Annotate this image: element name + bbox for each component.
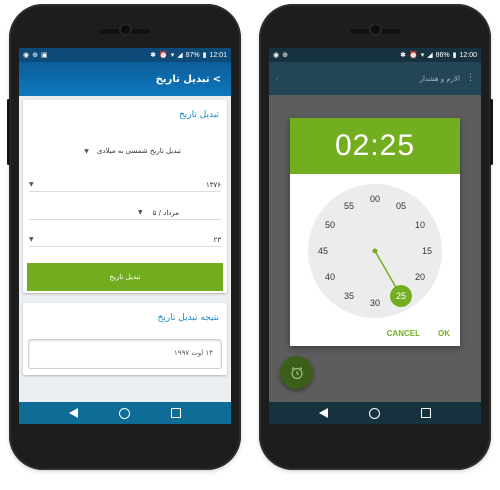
clock-number-40[interactable]: 40 — [325, 272, 335, 282]
wifi-icon: ▾ — [420, 52, 425, 59]
battery-percent: 86% — [435, 51, 450, 59]
alarm-clock-icon — [290, 366, 303, 379]
day-value: ۲۳ — [213, 235, 221, 244]
clock-number-10[interactable]: 10 — [415, 220, 425, 230]
caret-down-icon: ▼ — [138, 209, 143, 216]
screen: ◉ ⊕ ✱ ⏰ ▾ ◢ 86% ▮ 12:00 ‹ الارم و هشدار … — [269, 48, 481, 424]
image-icon: ▣ — [40, 52, 48, 59]
navigation-bar — [19, 402, 231, 424]
signal-icon: ◢ — [427, 52, 433, 59]
time-display[interactable]: 02:25 — [290, 118, 460, 174]
side-button — [490, 99, 493, 165]
clock-number-00[interactable]: 00 — [370, 194, 380, 204]
status-bar: ◉ ⊕ ✱ ⏰ ▾ ◢ 86% ▮ 12:00 — [269, 48, 481, 62]
system-icons: ✱ ⏰ ▾ ◢ 86% ▮ 12:00 — [400, 51, 477, 60]
caret-down-icon: ▼ — [84, 147, 89, 155]
alarm-icon: ⏰ — [408, 52, 418, 59]
app-bar: تبدیل تاریخ < — [19, 62, 231, 96]
clock-number-30[interactable]: 30 — [370, 298, 380, 308]
result-field[interactable]: ۱۴ اوت ۱۹۹۷ — [28, 339, 222, 369]
battery-icon: ▮ — [452, 52, 457, 59]
year-select[interactable]: ۱۳۷۶ ▼ — [29, 178, 221, 192]
alarm-fab-button[interactable] — [280, 356, 313, 389]
ok-button[interactable]: OK — [438, 329, 450, 338]
nav-back-icon[interactable] — [69, 408, 79, 418]
sync-icon: ⊕ — [32, 52, 38, 59]
app-notification-icon: ◉ — [23, 52, 30, 59]
clock-number-20[interactable]: 20 — [415, 272, 425, 282]
clock-dial[interactable]: 00 05 10 15 20 25 30 35 40 45 50 55 — [308, 184, 442, 318]
page-title: تبدیل تاریخ — [155, 73, 210, 85]
result-card: نتیجه تبدیل تاریخ ۱۴ اوت ۱۹۹۷ — [23, 303, 227, 375]
nav-recents-icon[interactable] — [170, 408, 181, 418]
clock: 12:00 — [459, 51, 477, 59]
app-bar: ‹ الارم و هشدار ⋮ — [269, 62, 481, 95]
month-select[interactable]: مرداد / ۵ ▼ — [29, 206, 221, 220]
front-camera — [121, 25, 130, 34]
side-button — [7, 99, 10, 165]
clock-number-05[interactable]: 05 — [396, 201, 406, 211]
back-chevron-icon[interactable]: ‹ — [275, 72, 279, 85]
screen: ◉ ⊕ ▣ ✱ ⏰ ▾ ◢ 87% ▮ 12:01 تبدیل تاریخ < … — [19, 48, 231, 424]
notification-icons: ◉ ⊕ ▣ — [23, 51, 48, 59]
bluetooth-icon: ✱ — [400, 52, 406, 59]
bluetooth-icon: ✱ — [150, 52, 156, 59]
clock-number-25[interactable]: 25 — [396, 291, 406, 301]
page-title: الارم و هشدار — [419, 74, 460, 83]
battery-percent: 87% — [185, 51, 200, 59]
conversion-mode-select[interactable]: تبدیل تاریخ شمسی به میلادی ▼ — [29, 144, 221, 158]
time-picker-dialog: 02:25 00 05 10 15 20 25 30 35 40 45 50 55 CANCEL OK — [290, 118, 460, 346]
overflow-menu-icon[interactable]: ⋮ — [466, 74, 475, 83]
nav-home-icon[interactable] — [368, 407, 380, 419]
clock-number-50[interactable]: 50 — [325, 220, 335, 230]
battery-icon: ▮ — [202, 52, 207, 59]
back-arrow-icon[interactable]: < — [213, 74, 221, 85]
status-bar: ◉ ⊕ ▣ ✱ ⏰ ▾ ◢ 87% ▮ 12:01 — [19, 48, 231, 62]
nav-recents-icon[interactable] — [420, 408, 431, 418]
app-notification-icon: ◉ — [273, 52, 280, 59]
signal-icon: ◢ — [177, 52, 183, 59]
system-icons: ✱ ⏰ ▾ ◢ 87% ▮ 12:01 — [150, 51, 227, 60]
nav-back-icon[interactable] — [319, 408, 329, 418]
convert-date-button[interactable]: تبدیل تاریخ — [27, 263, 223, 291]
caret-down-icon: ▼ — [29, 181, 34, 188]
day-select[interactable]: ۲۳ ▼ — [29, 233, 221, 247]
phone-right: ◉ ⊕ ✱ ⏰ ▾ ◢ 86% ▮ 12:00 ‹ الارم و هشدار … — [259, 4, 493, 470]
converter-card: تبدیل تاریخ تبدیل تاریخ شمسی به میلادی ▼… — [23, 100, 227, 293]
converter-title: تبدیل تاریخ — [178, 110, 219, 120]
clock-number-55[interactable]: 55 — [344, 201, 354, 211]
year-value: ۱۳۷۶ — [205, 180, 221, 189]
caret-down-icon: ▼ — [29, 236, 34, 243]
result-title: نتیجه تبدیل تاریخ — [157, 313, 219, 323]
navigation-bar — [269, 402, 481, 424]
notification-icons: ◉ ⊕ — [273, 51, 288, 59]
wifi-icon: ▾ — [170, 52, 175, 59]
clock: 12:01 — [209, 51, 227, 59]
dialog-actions: CANCEL OK — [387, 329, 450, 338]
clock-center-dot — [372, 248, 378, 254]
month-value: مرداد / ۵ — [152, 208, 179, 217]
clock-number-45[interactable]: 45 — [318, 246, 328, 256]
nav-home-icon[interactable] — [118, 407, 130, 419]
phone-left: ◉ ⊕ ▣ ✱ ⏰ ▾ ◢ 87% ▮ 12:01 تبدیل تاریخ < … — [7, 4, 241, 470]
conversion-mode-value: تبدیل تاریخ شمسی به میلادی — [96, 147, 181, 155]
alarm-icon: ⏰ — [158, 52, 168, 59]
clock-number-35[interactable]: 35 — [344, 291, 354, 301]
front-camera — [371, 25, 380, 34]
clock-number-15[interactable]: 15 — [422, 246, 432, 256]
sync-icon: ⊕ — [282, 52, 288, 59]
cancel-button[interactable]: CANCEL — [387, 329, 420, 338]
